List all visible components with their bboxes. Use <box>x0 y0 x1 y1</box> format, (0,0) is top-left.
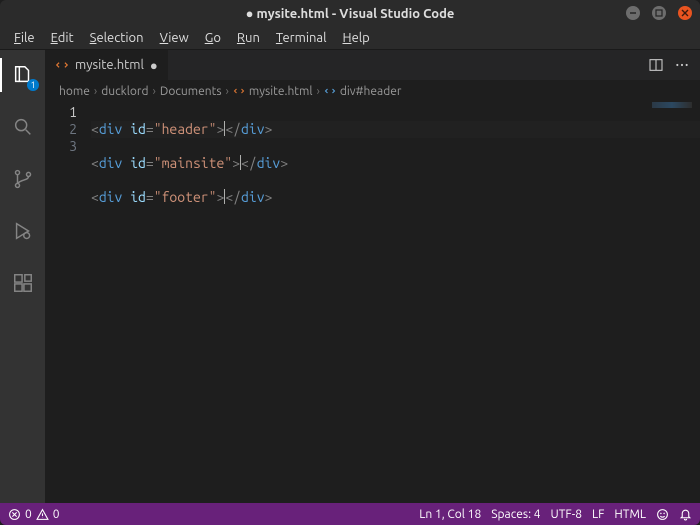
ellipsis-icon <box>674 57 690 73</box>
window-controls <box>626 6 692 20</box>
title-text: mysite.html - Visual Studio Code <box>257 7 455 21</box>
line-number: 2 <box>45 121 77 138</box>
activity-run[interactable] <box>0 214 45 248</box>
tab-spacer <box>169 50 638 80</box>
tab-mysite[interactable]: mysite.html ● <box>45 50 169 80</box>
crumb-documents[interactable]: Documents <box>160 85 222 98</box>
status-eol[interactable]: LF <box>592 508 604 521</box>
menu-file[interactable]: File <box>6 29 43 47</box>
crumb-home[interactable]: home <box>59 85 90 98</box>
status-language[interactable]: HTML <box>614 508 646 521</box>
tab-actions <box>638 50 700 80</box>
close-button[interactable] <box>678 6 692 20</box>
html-file-icon <box>233 85 245 97</box>
code-area[interactable]: <div id="header"></div> <div id="mainsit… <box>91 102 700 503</box>
menu-go[interactable]: Go <box>197 29 229 47</box>
bell-icon <box>679 508 692 521</box>
maximize-icon <box>655 9 663 17</box>
activity-extensions[interactable] <box>0 266 45 300</box>
editor-group: mysite.html ● home › ducklord <box>45 50 700 503</box>
code-line[interactable]: <div id="footer"></div> <box>91 189 700 206</box>
split-editor-button[interactable] <box>648 57 664 73</box>
menu-view[interactable]: View <box>152 29 197 47</box>
status-bar: 0 0 Ln 1, Col 18 Spaces: 4 UTF-8 LF HTML <box>0 503 700 525</box>
breadcrumbs[interactable]: home › ducklord › Documents › mysite.htm… <box>45 80 700 102</box>
branch-icon <box>12 168 34 190</box>
title-bar: ● mysite.html - Visual Studio Code <box>0 0 700 26</box>
vscode-window: ● mysite.html - Visual Studio Code File … <box>0 0 700 525</box>
activity-search[interactable] <box>0 110 45 144</box>
warning-triangle-icon <box>36 508 49 521</box>
code-line[interactable]: <div id="mainsite"></div> <box>91 155 700 172</box>
more-actions-button[interactable] <box>674 57 690 73</box>
tag-symbol-icon <box>324 85 336 97</box>
menu-selection[interactable]: Selection <box>82 29 152 47</box>
activity-bar: 1 <box>0 50 45 503</box>
menu-bar: File Edit Selection View Go Run Terminal… <box>0 26 700 50</box>
crumb-file[interactable]: mysite.html <box>233 85 313 98</box>
activity-scm[interactable] <box>0 162 45 196</box>
code-line[interactable]: <div id="header"></div> <box>91 121 700 138</box>
code-editor[interactable]: 1 2 3 <div id="header"></div> <div id="m… <box>45 102 700 503</box>
html-file-icon <box>55 58 69 72</box>
extensions-icon <box>12 272 34 294</box>
close-icon <box>681 9 689 17</box>
search-icon <box>12 116 34 138</box>
chevron-right-icon: › <box>152 85 155 98</box>
chevron-right-icon: › <box>94 85 97 98</box>
tab-dirty-dot: ● <box>150 58 158 73</box>
menu-edit[interactable]: Edit <box>43 29 82 47</box>
body: 1 mysite.html <box>0 50 700 503</box>
minimize-icon <box>629 9 637 17</box>
line-number: 3 <box>45 138 77 155</box>
minimap[interactable] <box>640 102 700 503</box>
tab-row: mysite.html ● <box>45 50 700 80</box>
maximize-button[interactable] <box>652 6 666 20</box>
crumb-ducklord[interactable]: ducklord <box>101 85 148 98</box>
activity-explorer[interactable]: 1 <box>0 58 45 92</box>
status-ln-col[interactable]: Ln 1, Col 18 <box>419 508 481 521</box>
explorer-badge: 1 <box>27 79 39 91</box>
status-encoding[interactable]: UTF-8 <box>551 508 582 521</box>
status-feedback[interactable] <box>656 508 669 521</box>
error-circle-icon <box>8 508 21 521</box>
smiley-icon <box>656 508 669 521</box>
chevron-right-icon: › <box>317 85 320 98</box>
tab-label: mysite.html <box>75 58 144 72</box>
menu-run[interactable]: Run <box>229 29 268 47</box>
status-notifications[interactable] <box>679 508 692 521</box>
menu-help[interactable]: Help <box>335 29 378 47</box>
play-bug-icon <box>12 220 34 242</box>
line-number-gutter: 1 2 3 <box>45 102 91 503</box>
minimize-button[interactable] <box>626 6 640 20</box>
split-icon <box>648 57 664 73</box>
status-errors[interactable]: 0 0 <box>8 508 60 521</box>
chevron-right-icon: › <box>226 85 229 98</box>
dirty-indicator: ● <box>246 7 254 21</box>
status-indent[interactable]: Spaces: 4 <box>491 508 540 521</box>
menu-terminal[interactable]: Terminal <box>268 29 335 47</box>
window-title: ● mysite.html - Visual Studio Code <box>0 6 700 21</box>
line-number: 1 <box>45 104 77 121</box>
crumb-symbol[interactable]: div#header <box>324 85 402 98</box>
minimap-viewport[interactable] <box>652 102 692 108</box>
